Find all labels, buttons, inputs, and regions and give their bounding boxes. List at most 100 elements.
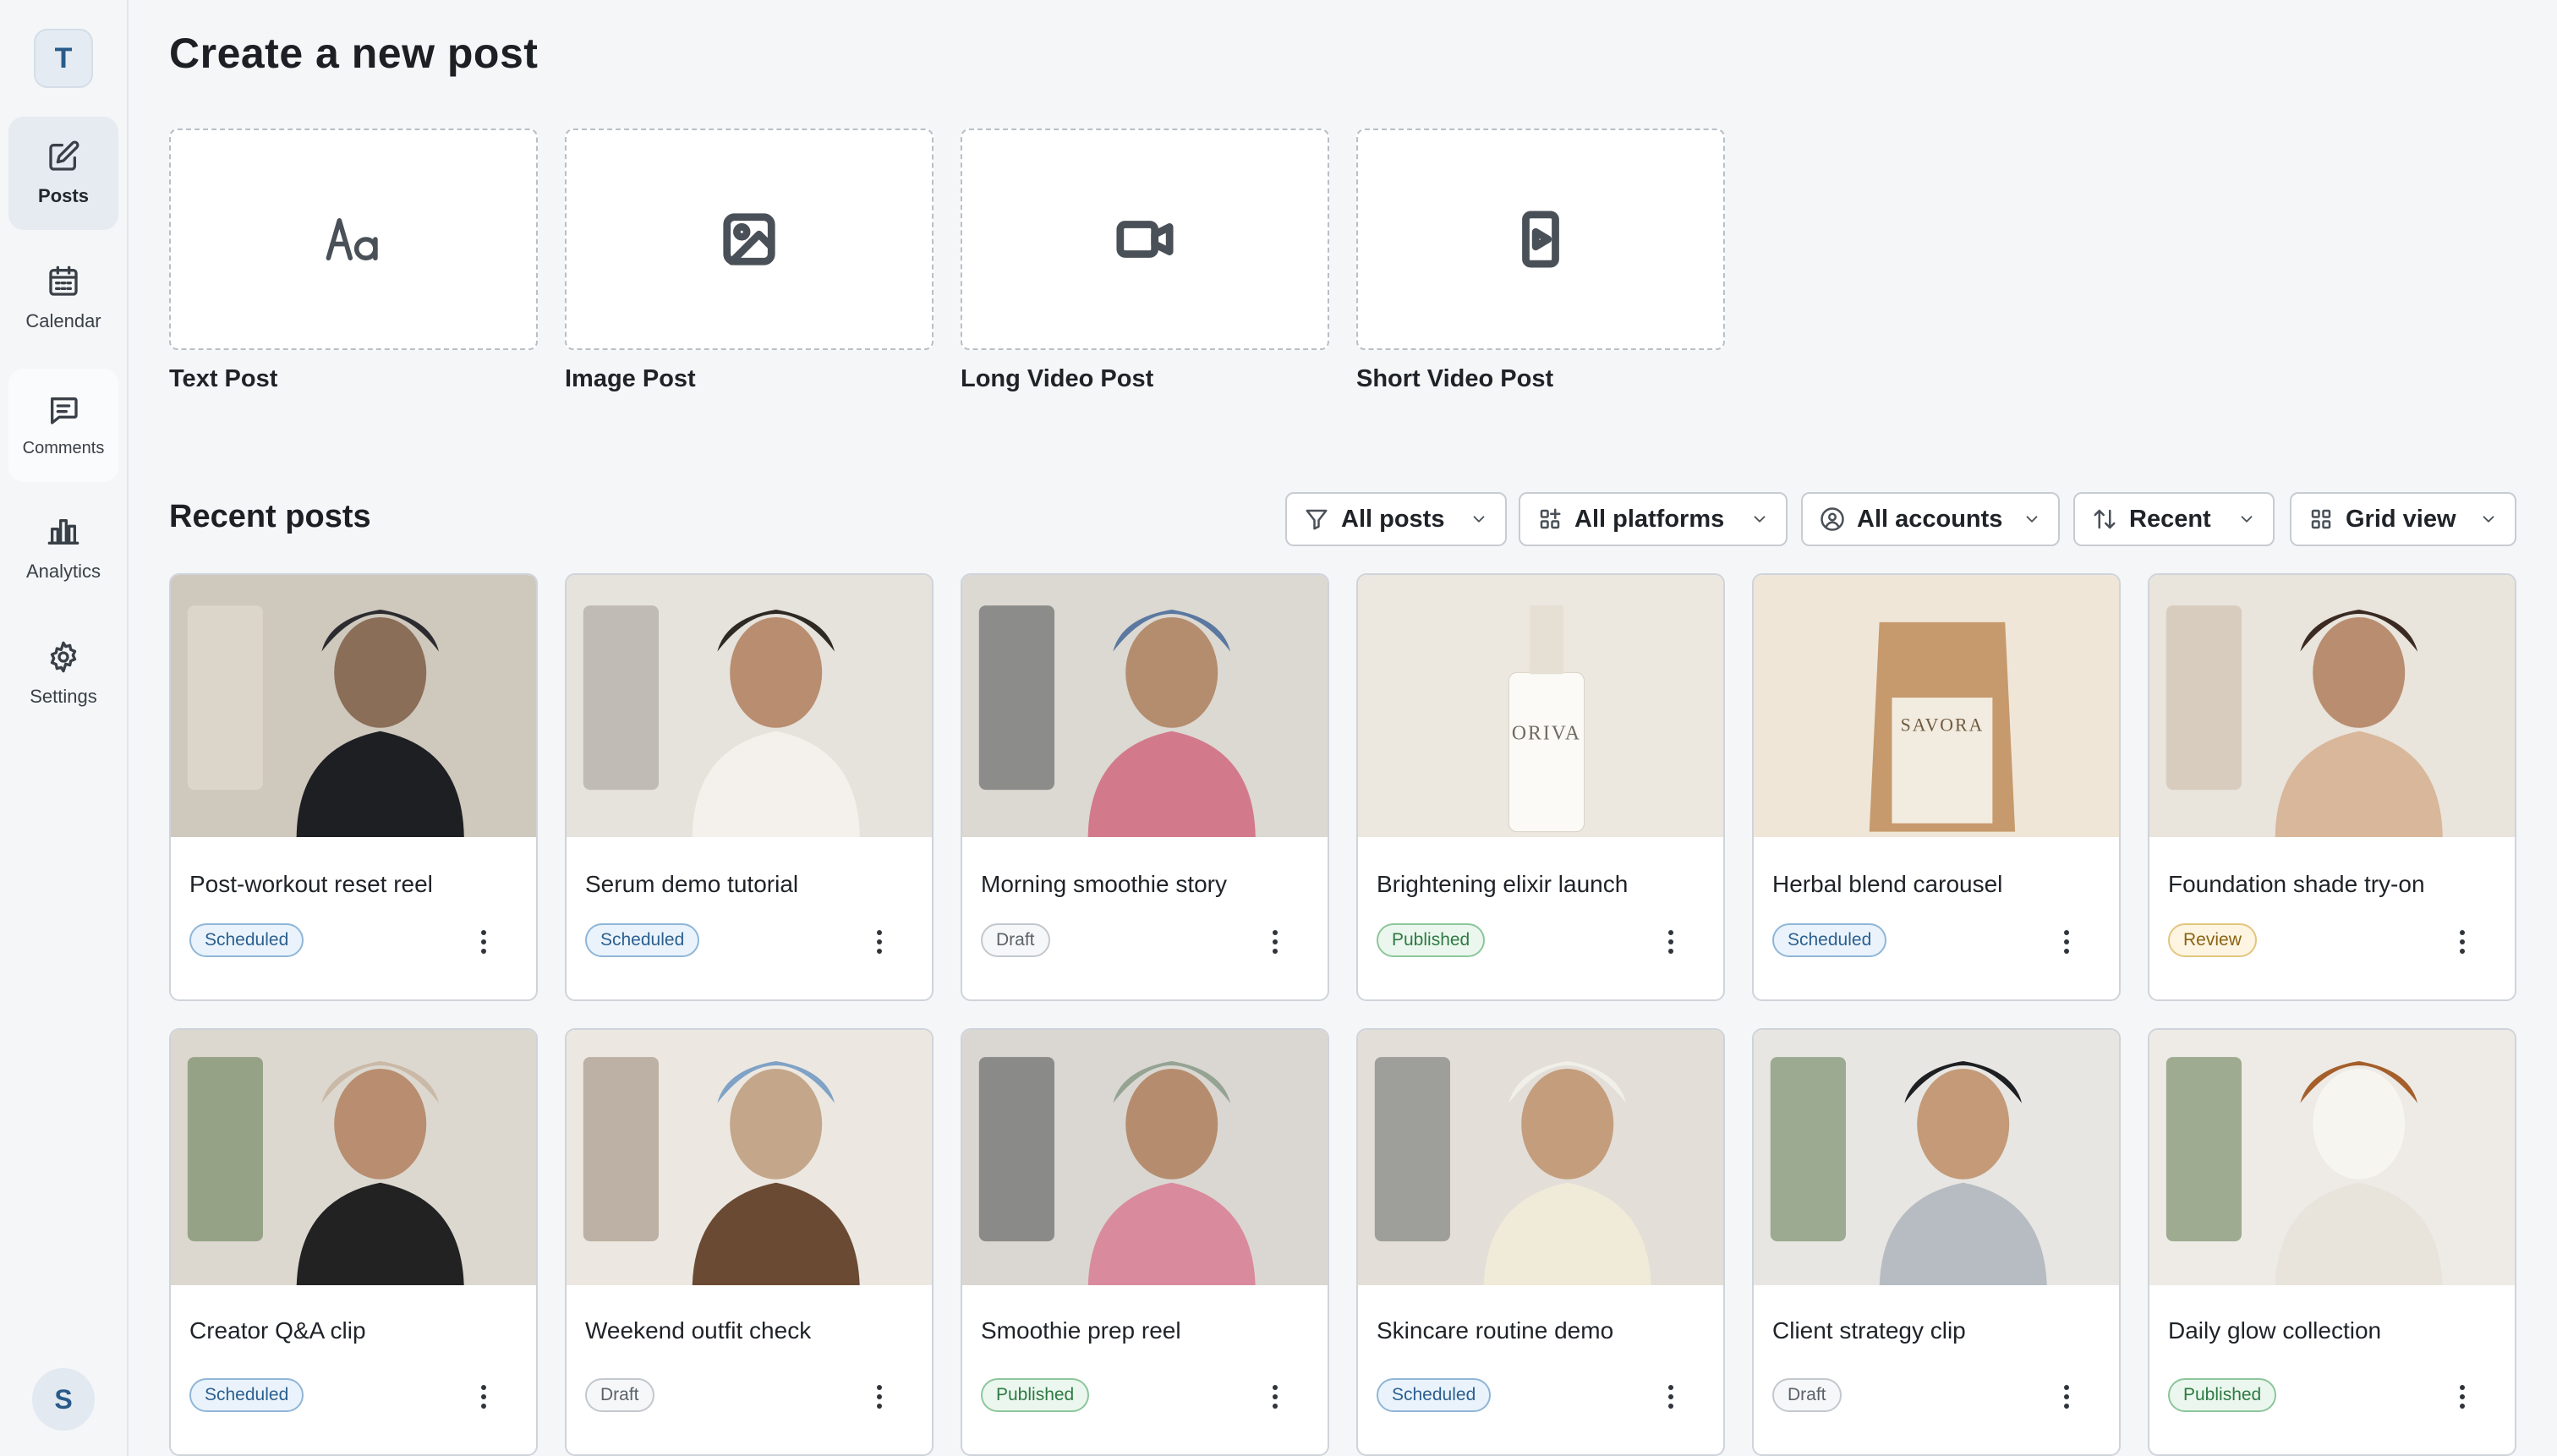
- status-badge: Published: [981, 1378, 1090, 1412]
- comment-icon: [51, 397, 78, 424]
- more-options-icon[interactable]: [1265, 1378, 1285, 1415]
- post-card[interactable]: Foundation shade try-on Review: [2148, 573, 2516, 1001]
- status-badge: Draft: [981, 923, 1050, 957]
- svg-text:ORIVA: ORIVA: [1512, 723, 1581, 745]
- sidebar-item-settings[interactable]: Settings: [8, 617, 118, 731]
- post-thumbnail: [1754, 1030, 2119, 1285]
- post-thumbnail: [962, 575, 1328, 837]
- post-title[interactable]: Client strategy clip: [1772, 1317, 1966, 1344]
- post-title[interactable]: Brightening elixir launch: [1377, 871, 1628, 898]
- user-circle-icon: [1821, 507, 1844, 531]
- post-title[interactable]: Smoothie prep reel: [981, 1317, 1181, 1344]
- more-options-icon[interactable]: [869, 923, 890, 961]
- more-options-icon[interactable]: [2452, 923, 2472, 961]
- post-thumbnail: [2149, 575, 2515, 837]
- post-title[interactable]: Foundation shade try-on: [2168, 871, 2425, 898]
- post-thumbnail-image: [2149, 1030, 2515, 1285]
- post-thumbnail: [171, 1030, 536, 1285]
- more-options-icon[interactable]: [869, 1378, 890, 1415]
- user-avatar[interactable]: S: [32, 1368, 95, 1431]
- chevron-down-icon: [1754, 516, 1766, 523]
- post-thumbnail: [1358, 1030, 1723, 1285]
- view-mode-dropdown[interactable]: Grid view: [2290, 492, 2516, 546]
- more-options-icon[interactable]: [1661, 923, 1681, 961]
- image-icon: [723, 213, 775, 265]
- chevron-down-icon: [2241, 516, 2253, 523]
- post-thumbnail: [567, 575, 932, 837]
- post-thumbnail-image: [962, 575, 1328, 837]
- post-card[interactable]: Serum demo tutorial Scheduled: [565, 573, 934, 1001]
- filter-label: Grid view: [2346, 505, 2456, 533]
- more-options-icon[interactable]: [2056, 923, 2077, 961]
- chevron-down-icon: [1473, 516, 1485, 523]
- post-card[interactable]: Morning smoothie story Draft: [961, 573, 1329, 1001]
- post-card[interactable]: Skincare routine demo Scheduled: [1356, 1028, 1725, 1456]
- more-options-icon[interactable]: [1661, 1378, 1681, 1415]
- create-long-video-post-card[interactable]: [961, 129, 1329, 350]
- create-long-video-post-label[interactable]: Long Video Post: [961, 365, 1153, 393]
- post-title[interactable]: Morning smoothie story: [981, 871, 1227, 898]
- post-thumbnail-image: [1358, 1030, 1723, 1285]
- post-thumbnail-image: [567, 575, 932, 837]
- grid-apps-icon: [1540, 508, 1561, 529]
- sidebar-item-label: Comments: [22, 438, 105, 457]
- sidebar-item-label: Settings: [30, 686, 97, 707]
- filter-label: All platforms: [1574, 505, 1725, 533]
- post-card[interactable]: Weekend outfit check Draft: [565, 1028, 934, 1456]
- post-card[interactable]: ORIVA Brightening elixir launch Published: [1356, 573, 1725, 1001]
- create-text-post-label[interactable]: Text Post: [169, 365, 277, 393]
- status-badge: Scheduled: [585, 923, 700, 957]
- post-card[interactable]: Creator Q&A clip Scheduled: [169, 1028, 538, 1456]
- post-title[interactable]: Post-workout reset reel: [189, 871, 433, 898]
- sidebar-item-calendar[interactable]: Calendar: [8, 242, 118, 355]
- post-thumbnail-image: [2149, 575, 2515, 837]
- post-card[interactable]: Client strategy clip Draft: [1752, 1028, 2121, 1456]
- filter-account-dropdown[interactable]: All accounts: [1801, 492, 2060, 546]
- create-image-post-label[interactable]: Image Post: [565, 365, 696, 393]
- post-thumbnail: [2149, 1030, 2515, 1285]
- sidebar-item-comments[interactable]: Comments: [8, 369, 118, 482]
- sidebar-item-posts[interactable]: Posts: [8, 117, 118, 230]
- post-title[interactable]: Skincare routine demo: [1377, 1317, 1613, 1344]
- page-title: Create a new post: [169, 30, 539, 77]
- sort-dropdown[interactable]: Recent: [2073, 492, 2275, 546]
- more-options-icon[interactable]: [474, 1378, 494, 1415]
- post-thumbnail-image: SAVORA: [1754, 575, 2119, 837]
- status-badge: Published: [1377, 923, 1486, 957]
- more-options-icon[interactable]: [474, 923, 494, 961]
- create-short-video-post-label[interactable]: Short Video Post: [1356, 365, 1553, 393]
- more-options-icon[interactable]: [1265, 923, 1285, 961]
- more-options-icon[interactable]: [2452, 1378, 2472, 1415]
- post-title[interactable]: Herbal blend carousel: [1772, 871, 2002, 898]
- create-short-video-post-card[interactable]: [1356, 129, 1725, 350]
- post-title[interactable]: Weekend outfit check: [585, 1317, 811, 1344]
- grid-icon: [2311, 509, 2331, 529]
- post-title[interactable]: Creator Q&A clip: [189, 1317, 366, 1344]
- filter-status-dropdown[interactable]: All posts: [1285, 492, 1507, 546]
- video-camera-icon: [1116, 221, 1174, 258]
- post-thumbnail-image: [171, 575, 536, 837]
- more-options-icon[interactable]: [2056, 1378, 2077, 1415]
- post-card[interactable]: Post-workout reset reel Scheduled: [169, 573, 538, 1001]
- chevron-down-icon: [2026, 516, 2038, 523]
- sidebar-item-label: Analytics: [25, 561, 101, 582]
- post-card[interactable]: SAVORA Herbal blend carousel Scheduled: [1752, 573, 2121, 1001]
- post-thumbnail: [171, 575, 536, 837]
- sidebar-item-label: Posts: [38, 185, 89, 206]
- post-title[interactable]: Serum demo tutorial: [585, 871, 798, 898]
- sidebar-item-analytics[interactable]: Analytics: [8, 492, 118, 605]
- status-badge: Scheduled: [1377, 1378, 1492, 1412]
- post-thumbnail: [962, 1030, 1328, 1285]
- create-image-post-card[interactable]: [565, 129, 934, 350]
- workspace-avatar[interactable]: T: [34, 29, 93, 88]
- post-thumbnail-image: ORIVA: [1358, 575, 1723, 837]
- post-title[interactable]: Daily glow collection: [2168, 1317, 2381, 1344]
- short-video-icon: [1522, 211, 1559, 268]
- post-thumbnail-image: [962, 1030, 1328, 1285]
- filter-label: All accounts: [1857, 505, 2003, 533]
- filter-platform-dropdown[interactable]: All platforms: [1519, 492, 1788, 546]
- create-text-post-card[interactable]: [169, 129, 538, 350]
- post-card[interactable]: Smoothie prep reel Published: [961, 1028, 1329, 1456]
- post-card[interactable]: Daily glow collection Published: [2148, 1028, 2516, 1456]
- sort-icon: [2094, 509, 2116, 529]
